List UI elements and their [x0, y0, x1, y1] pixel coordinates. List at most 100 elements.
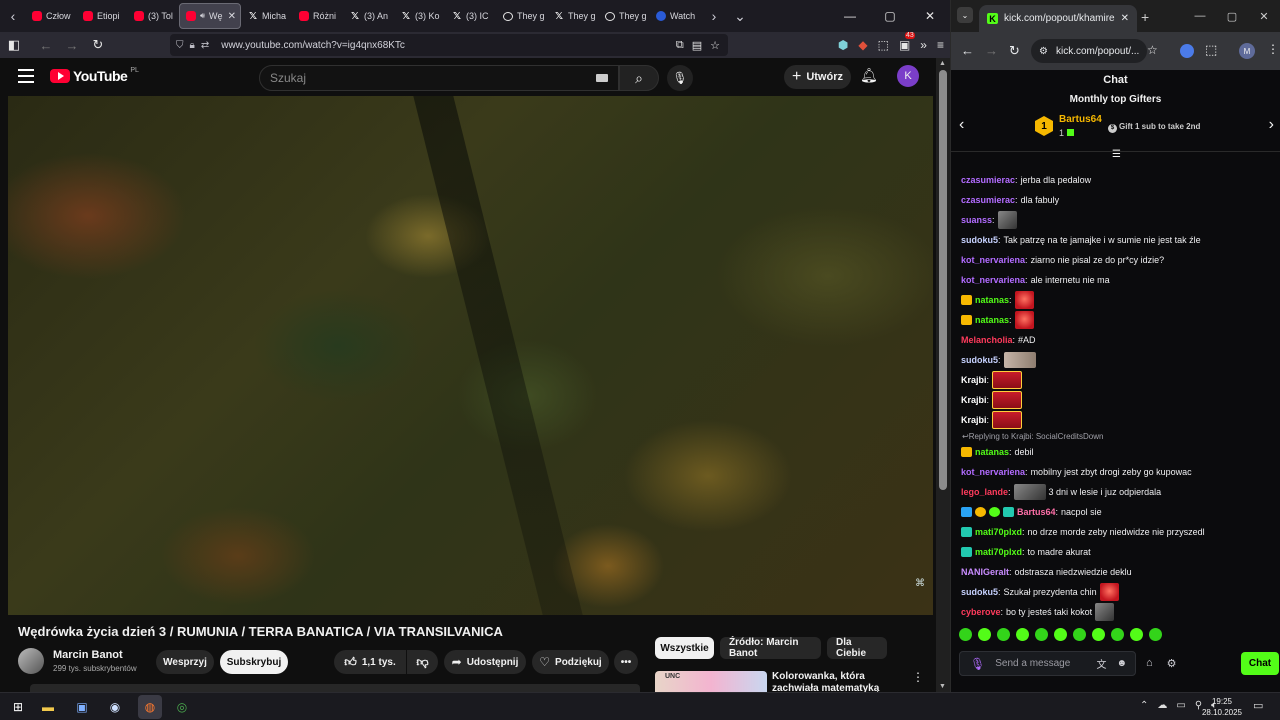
chip-all[interactable]: Wszystkie: [655, 637, 714, 659]
chip-source[interactable]: Źródło: Marcin Banot: [720, 637, 821, 659]
chat-username[interactable]: natanas: [975, 315, 1009, 325]
computer-icon[interactable]: ▣: [72, 697, 92, 717]
thanks-button[interactable]: ♡ Podziękuj: [532, 650, 609, 674]
search-input[interactable]: Szukaj: [259, 65, 619, 91]
chat-message[interactable]: sudoku5:: [961, 350, 1277, 370]
chat-settings-icon[interactable]: ⚙︎: [1167, 657, 1177, 670]
page-scrollbar[interactable]: ▲ ▼: [936, 58, 950, 692]
firefox-taskbar-icon[interactable]: ◍: [140, 697, 160, 717]
store-icon[interactable]: ⌂: [1146, 657, 1153, 670]
browser-tab[interactable]: Watch: [650, 3, 700, 29]
browser-tab[interactable]: (3) Tol: [128, 3, 178, 29]
scrollbar-thumb[interactable]: [939, 70, 947, 490]
cloud-icon[interactable]: ☁︎: [1157, 700, 1167, 711]
close-tab-icon[interactable]: ✕: [1121, 13, 1137, 24]
account-avatar[interactable]: K: [897, 65, 919, 87]
file-explorer-icon[interactable]: ▬: [38, 697, 58, 717]
chat-username[interactable]: kot_nervariena: [961, 255, 1025, 265]
chat-message[interactable]: Krajbi:: [961, 390, 1277, 410]
recommendation-title[interactable]: Kolorowanka, która zachwiała matematyką: [772, 671, 902, 692]
chat-username[interactable]: czasumierac: [961, 195, 1015, 205]
tab-audio-icon[interactable]: 🔊︎: [200, 11, 205, 21]
chat-emote-icon[interactable]: [997, 211, 1017, 229]
browser-tab[interactable]: Człow: [26, 3, 76, 29]
chat-message[interactable]: mati70plxd: to madre akurat: [961, 542, 1277, 562]
chat-message[interactable]: Melancholia: #AD: [961, 330, 1277, 350]
quick-emote-icon[interactable]: [959, 628, 972, 641]
browser-tab[interactable]: 🔊︎ Wę ✕: [179, 3, 241, 29]
steam-icon[interactable]: ◉: [105, 697, 125, 717]
chat-message[interactable]: Krajbi:: [961, 410, 1277, 430]
browser-tab[interactable]: They g: [599, 3, 649, 29]
gift-sub-cta[interactable]: $ Gift 1 sub to take 2nd: [1108, 122, 1200, 133]
quick-emote-icon[interactable]: [1149, 628, 1162, 641]
notifications-icon[interactable]: ▭: [1253, 699, 1263, 712]
chat-username[interactable]: mati70plxd: [975, 547, 1022, 557]
browser-tab[interactable]: 𝕏 (3) IC: [446, 3, 496, 29]
user-badge-icon[interactable]: [1003, 507, 1014, 517]
chat-username[interactable]: natanas: [975, 447, 1009, 457]
chrome-reload-icon[interactable]: ↻: [1009, 43, 1020, 59]
quick-emote-icon[interactable]: [1016, 628, 1029, 641]
forward-icon[interactable]: →: [60, 33, 84, 57]
dislike-button[interactable]: 👎︎: [407, 650, 438, 674]
quick-emote-icon[interactable]: [997, 628, 1010, 641]
gifter-name[interactable]: Bartus64: [1059, 114, 1102, 125]
chrome-minimize-icon[interactable]: —: [1184, 0, 1216, 32]
keyboard-icon[interactable]: [596, 74, 608, 82]
chat-emote-icon[interactable]: [992, 391, 1023, 409]
url-text[interactable]: www.youtube.com/watch?v=ig4qnx68KTc: [221, 40, 405, 51]
chat-message[interactable]: NANIGeralt: odstrasza niedzwiedzie deklu: [961, 562, 1277, 582]
create-button[interactable]: + Utwórz: [784, 65, 851, 89]
video-player[interactable]: ⌘: [8, 96, 933, 615]
chat-emote-icon[interactable]: [1095, 603, 1115, 621]
quick-emote-icon[interactable]: [1092, 628, 1105, 641]
chrome-menu-icon[interactable]: ⋮: [1267, 42, 1279, 56]
reload-icon[interactable]: ↻: [86, 33, 110, 57]
browser-tab[interactable]: 𝕏 They g: [548, 3, 598, 29]
chat-message[interactable]: kot_nervariena: ziarno nie pisal ze do pr…: [961, 250, 1277, 270]
back-icon[interactable]: ←: [34, 33, 58, 57]
lock-icon[interactable]: 🔒︎: [190, 40, 195, 51]
reply-context[interactable]: ↩ Replying to Krajbi: SocialCreditsDown: [961, 430, 1277, 442]
chrome-forward-icon[interactable]: →: [985, 43, 998, 58]
gifter-prev-icon[interactable]: ‹: [959, 116, 964, 134]
list-all-tabs-icon[interactable]: ⌄: [727, 0, 753, 32]
browser-tab[interactable]: 𝕏 (3) An: [344, 3, 394, 29]
share-button[interactable]: ➦ Udostępnij: [444, 650, 526, 674]
chrome-back-icon[interactable]: ←: [961, 43, 974, 58]
chrome-bookmark-star-icon[interactable]: ☆: [1147, 43, 1158, 57]
chat-filter-icon[interactable]: ☰: [1112, 149, 1121, 160]
chrome-extensions-puzzle-icon[interactable]: ⬚: [1205, 42, 1217, 58]
reader-view-icon[interactable]: ▤: [692, 39, 702, 52]
app-menu-icon[interactable]: ≡: [937, 38, 944, 52]
gifter-next-icon[interactable]: ›: [1269, 116, 1274, 134]
quick-emote-icon[interactable]: [1130, 628, 1143, 641]
new-tab-icon[interactable]: +: [1141, 9, 1149, 25]
description-panel[interactable]: [30, 684, 640, 692]
picture-in-picture-icon[interactable]: ⧉: [676, 39, 684, 52]
chat-username[interactable]: lego_lande: [961, 487, 1008, 497]
browser-tab[interactable]: Różni: [293, 3, 343, 29]
sidebar-toggle-icon[interactable]: ◧: [2, 33, 26, 57]
permissions-icon[interactable]: ⇄: [201, 40, 209, 51]
tray-chevron-icon[interactable]: ⌃: [1140, 700, 1148, 711]
user-badge-icon[interactable]: [989, 507, 1000, 517]
quick-emote-icon[interactable]: [978, 628, 991, 641]
quick-emote-icon[interactable]: [1035, 628, 1048, 641]
chat-emote-icon[interactable]: [1099, 583, 1119, 601]
user-badge-icon[interactable]: [961, 507, 972, 517]
quick-emote-icon[interactable]: [1073, 628, 1086, 641]
chat-emote-icon[interactable]: [1003, 352, 1036, 368]
chat-message[interactable]: natanas:: [961, 310, 1277, 330]
like-button[interactable]: 👍︎ 1,1 tys.: [334, 650, 406, 674]
chat-username[interactable]: natanas: [975, 295, 1009, 305]
chat-username[interactable]: Krajbi: [961, 395, 987, 405]
chat-message[interactable]: mati70plxd: no drze morde zeby niedwidze …: [961, 522, 1277, 542]
site-info-icon[interactable]: ⚙︎: [1039, 46, 1048, 57]
channel-avatar[interactable]: [18, 648, 44, 674]
chrome-maximize-icon[interactable]: ▢: [1216, 0, 1248, 32]
browser-tab[interactable]: 𝕏 (3) Ko: [395, 3, 445, 29]
tab-search-icon[interactable]: ⌄: [957, 7, 973, 23]
chat-username[interactable]: Bartus64: [1017, 507, 1056, 517]
